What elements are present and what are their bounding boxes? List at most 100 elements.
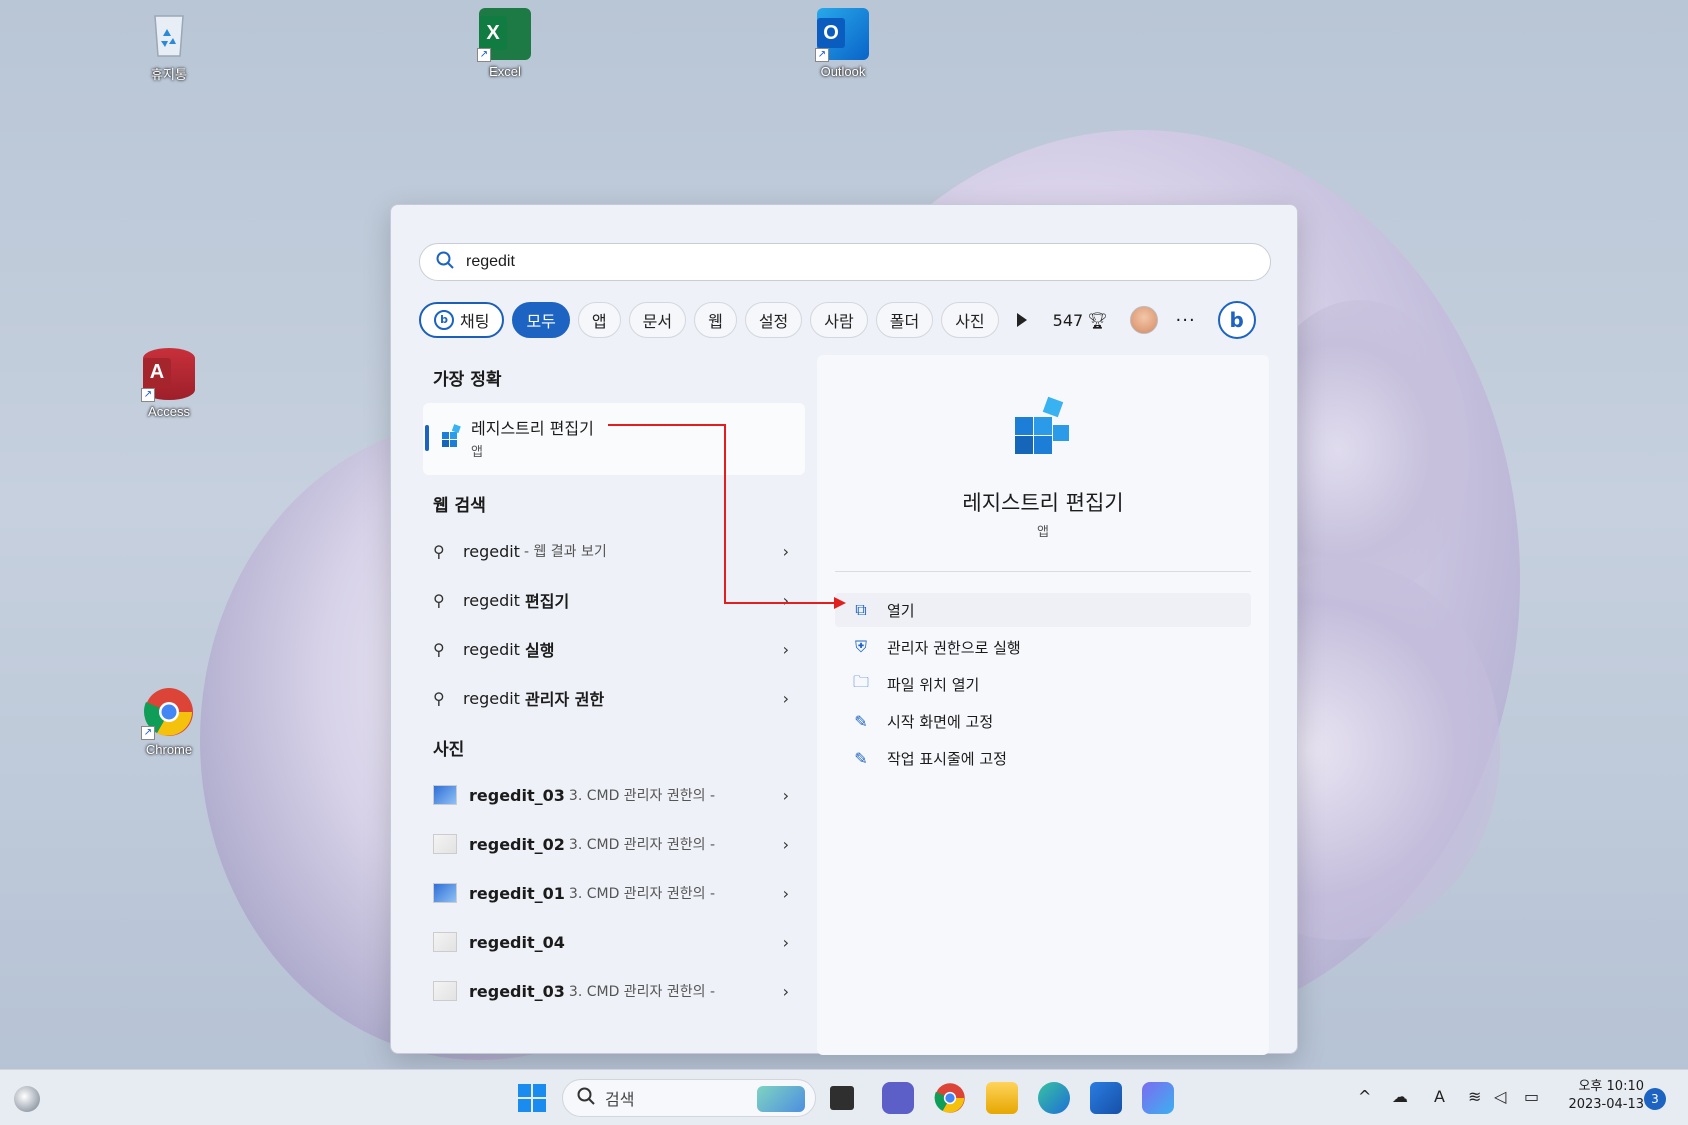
section-title-web: 웹 검색 — [433, 496, 486, 516]
chrome-icon: ↗ — [141, 686, 195, 740]
web-query: regedit — [463, 590, 520, 610]
task-view-icon[interactable] — [830, 1086, 854, 1110]
photo-hint: 3. CMD 관리자 권한의 - — [568, 837, 716, 853]
photo-result-item[interactable]: regedit_04 › — [433, 922, 789, 962]
ime-indicator[interactable]: A — [1434, 1087, 1445, 1106]
filter-chip-all[interactable]: 모두 — [512, 302, 570, 338]
action-pin-to-start[interactable]: ✎ 시작 화면에 고정 — [835, 704, 1251, 738]
scroll-right-icon[interactable] — [1016, 313, 1027, 327]
photo-name: regedit_03 — [469, 785, 565, 805]
filter-chip-settings[interactable]: 설정 — [744, 302, 803, 338]
selection-indicator — [425, 425, 429, 451]
search-input[interactable] — [466, 253, 1226, 271]
rewards-points[interactable]: 547 🏆︎ — [1053, 311, 1108, 330]
search-box[interactable] — [419, 243, 1271, 281]
windows-logo-part — [533, 1084, 546, 1097]
chip-label: 채팅 — [460, 312, 490, 331]
photo-thumbnail — [433, 785, 457, 805]
web-result-item[interactable]: ⚲ regedit 실행 › — [433, 629, 789, 669]
section-title-photos: 사진 — [433, 740, 465, 760]
filter-chip-photos[interactable]: 사진 — [941, 302, 999, 338]
edge-icon[interactable] — [1038, 1082, 1070, 1114]
notification-badge[interactable]: 3 — [1644, 1088, 1666, 1110]
desktop-icon-access[interactable]: A ↗ Access — [124, 348, 214, 419]
best-match-type: 앱 — [471, 445, 483, 460]
search-icon — [436, 251, 454, 273]
file-explorer-icon[interactable] — [986, 1082, 1018, 1114]
search-panel: b 채팅 모두 앱 문서 웹 설정 사람 폴더 사진 547 🏆︎ ··· b … — [390, 204, 1298, 1055]
taskbar: 검색 ^ ☁ A ≋ ◁ ▭ 오후 10:10 2023-04-13 3 — [0, 1069, 1688, 1125]
points-value: 547 — [1052, 310, 1084, 330]
outlook-icon: O ↗ — [815, 8, 869, 62]
store-icon[interactable] — [1090, 1082, 1122, 1114]
search-icon — [577, 1087, 595, 1109]
chevron-right-icon: › — [782, 883, 789, 903]
desktop-icon-label: 휴지통 — [151, 67, 187, 82]
photo-hint: 3. CMD 관리자 권한의 - — [568, 788, 716, 804]
copilot-icon[interactable] — [1142, 1082, 1174, 1114]
web-result-item[interactable]: ⚲ regedit 관리자 권한 › — [433, 678, 789, 718]
chrome-icon[interactable] — [934, 1082, 966, 1114]
cloud-icon[interactable]: ☁ — [1392, 1087, 1408, 1106]
pin-icon: ✎ — [854, 748, 868, 768]
search-icon: ⚲ — [433, 688, 445, 708]
photo-result-item[interactable]: regedit_03 3. CMD 관리자 권한의 - › — [433, 775, 789, 815]
taskbar-search-placeholder: 검색 — [605, 1090, 635, 1109]
windows-logo-part — [533, 1099, 546, 1112]
more-options-icon[interactable]: ··· — [1176, 310, 1196, 331]
filter-chip-people[interactable]: 사람 — [810, 302, 868, 338]
desktop-icon-excel[interactable]: X ↗ Excel — [460, 8, 550, 79]
photo-result-item[interactable]: regedit_03 3. CMD 관리자 권한의 - › — [433, 971, 789, 1011]
action-open-file-location[interactable]: 🗀︎ 파일 위치 열기 — [835, 667, 1251, 701]
widgets-icon[interactable] — [14, 1086, 40, 1112]
pin-icon: ✎ — [854, 711, 868, 731]
photo-thumbnail — [433, 883, 457, 903]
battery-icon[interactable]: ▭ — [1524, 1087, 1539, 1106]
open-external-icon: ⧉ — [855, 600, 867, 619]
filter-chip-folders[interactable]: 폴더 — [875, 302, 934, 338]
desktop-icon-chrome[interactable]: ↗ Chrome — [124, 686, 214, 757]
best-match-item[interactable]: 레지스트리 편집기 앱 — [423, 403, 805, 475]
preview-pane: 레지스트리 편집기 앱 ⧉ 열기 ⛨ 관리자 권한으로 실행 🗀︎ 파일 위치 … — [817, 355, 1269, 1055]
photo-thumbnail — [433, 981, 457, 1001]
best-match-name: 레지스트리 편집기 — [471, 419, 594, 438]
section-title-best-match: 가장 정확 — [433, 370, 502, 390]
web-suffix: 실행 — [525, 641, 555, 660]
web-result-item[interactable]: ⚲ regedit 편집기 › — [433, 580, 789, 620]
clock[interactable]: 오후 10:10 2023-04-13 — [1560, 1078, 1644, 1114]
chevron-right-icon: › — [782, 785, 789, 805]
taskbar-search[interactable]: 검색 — [562, 1079, 816, 1117]
chevron-right-icon: › — [782, 932, 789, 952]
desktop-icon-recycle-bin[interactable]: 휴지통 — [124, 8, 214, 83]
desktop-icon-label: Outlook — [820, 64, 866, 79]
photo-result-item[interactable]: regedit_02 3. CMD 관리자 권한의 - › — [433, 824, 789, 864]
bing-chat-button[interactable]: b — [1217, 301, 1256, 339]
shield-icon: ⛨ — [854, 637, 867, 656]
chevron-right-icon: › — [782, 981, 789, 1001]
avatar[interactable] — [1129, 306, 1158, 334]
teams-icon[interactable] — [882, 1082, 914, 1114]
bing-icon: b — [434, 310, 454, 330]
clock-time: 오후 10:10 — [1578, 1079, 1644, 1094]
bing-icon: b — [1229, 308, 1244, 332]
filter-chip-apps[interactable]: 앱 — [577, 302, 621, 338]
chevron-up-icon[interactable]: ^ — [1358, 1087, 1371, 1106]
action-open[interactable]: ⧉ 열기 — [835, 593, 1251, 627]
action-pin-to-taskbar[interactable]: ✎ 작업 표시줄에 고정 — [835, 741, 1251, 775]
web-suffix: 편집기 — [525, 592, 570, 611]
annotation-arrow-segment — [724, 424, 726, 604]
chevron-right-icon: › — [782, 639, 789, 659]
filter-chip-chat[interactable]: b 채팅 — [419, 302, 505, 338]
filter-chip-documents[interactable]: 문서 — [628, 302, 687, 338]
photo-result-item[interactable]: regedit_01 3. CMD 관리자 권한의 - › — [433, 873, 789, 913]
filter-chip-web[interactable]: 웹 — [694, 302, 737, 338]
wifi-icon[interactable]: ≋ — [1468, 1087, 1481, 1106]
action-run-as-admin[interactable]: ⛨ 관리자 권한으로 실행 — [835, 630, 1251, 664]
search-icon: ⚲ — [433, 541, 445, 561]
web-result-item[interactable]: ⚲ regedit - 웹 결과 보기 › — [433, 531, 789, 571]
desktop-icon-outlook[interactable]: O ↗ Outlook — [798, 8, 888, 79]
start-button[interactable] — [516, 1082, 548, 1114]
volume-icon[interactable]: ◁ — [1494, 1087, 1506, 1106]
windows-logo-part — [518, 1099, 531, 1112]
web-query: regedit — [463, 541, 520, 561]
